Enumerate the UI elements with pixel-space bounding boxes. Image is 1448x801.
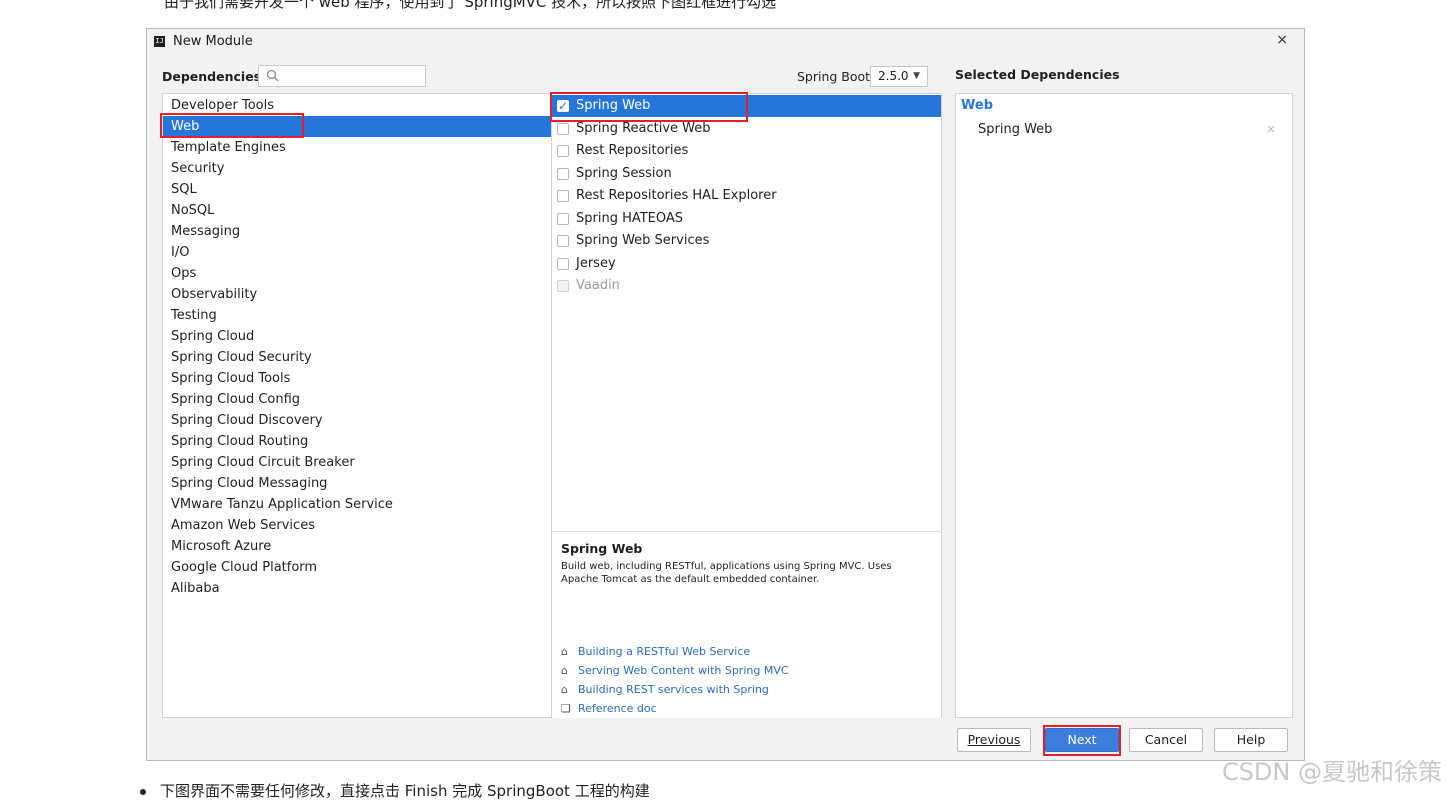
guide-link[interactable]: ⌂ Serving Web Content with Spring MVC [561,663,789,679]
dialog-titlebar: IJ New Module × [147,29,1304,55]
dependency-item[interactable]: Spring Web [552,95,941,117]
category-item[interactable]: Testing [163,305,551,326]
guide-link-label: Reference doc [578,702,657,715]
dependencies-label: Dependencies [162,69,262,84]
dependency-checkbox[interactable] [557,235,569,247]
help-button[interactable]: Help [1214,728,1288,752]
csdn-watermark: CSDN @夏驰和徐策 [1221,758,1442,786]
category-item[interactable]: Microsoft Azure [163,536,551,557]
remove-dependency-icon[interactable]: × [1266,122,1276,136]
category-item[interactable]: Amazon Web Services [163,515,551,536]
category-item[interactable]: Messaging [163,221,551,242]
dependency-label: Spring Web [576,98,651,113]
dependency-panel: Spring Web Spring Reactive Web Rest Reposi… [550,92,942,718]
book-icon: ❏ [561,702,571,715]
dependency-item: Vaadin [552,275,941,297]
dependency-checkbox [557,280,569,292]
next-button-label: Next [1067,732,1097,747]
category-item[interactable]: Spring Cloud Tools [163,368,551,389]
dependency-label: Jersey [576,255,616,271]
guide-link-label: Serving Web Content with Spring MVC [578,664,789,677]
dependency-label: Vaadin [576,278,620,293]
category-item[interactable]: Spring Cloud Security [163,347,551,368]
dependency-checkbox[interactable] [557,145,569,157]
dependency-checkbox[interactable] [557,122,569,135]
selected-group-label: Web [961,98,993,113]
article-next-step-text: 下图界面不需要任何修改，直接点击 Finish 完成 SpringBoot 工程… [160,782,650,800]
search-input[interactable] [283,68,425,86]
category-item[interactable]: Developer Tools [163,95,551,116]
guide-link-label: Building a RESTful Web Service [578,645,751,658]
next-button[interactable]: Next [1045,728,1119,752]
category-item[interactable]: Spring Cloud Discovery [163,410,551,431]
selected-dependencies-title: Selected Dependencies [955,67,1120,82]
help-button-label: Help [1236,732,1266,747]
description-title: Spring Web [561,541,643,556]
category-item[interactable]: Ops [163,263,551,284]
category-item[interactable]: Template Engines [163,137,551,158]
previous-button-label: Previous [967,732,1021,747]
dependency-checkbox[interactable] [557,167,569,180]
dependency-item[interactable]: Rest Repositories HAL Explorer [552,185,941,207]
spring-boot-version-select[interactable]: 2.5.0 ▼ [870,66,928,87]
chevron-down-icon: ▼ [913,71,920,81]
dependency-item[interactable]: Spring Web Services [552,230,941,252]
dependency-checkbox[interactable] [557,190,569,202]
dependency-item[interactable]: Rest Repositories [552,140,941,162]
dependency-label: Spring Web Services [576,233,710,248]
home-icon: ⌂ [561,664,568,677]
category-item[interactable]: I/O [163,242,551,263]
category-item[interactable]: Spring Cloud Routing [163,431,551,452]
dependency-label: Spring HATEOAS [576,210,684,226]
category-item[interactable]: Spring Cloud Messaging [163,473,551,494]
home-icon: ⌂ [561,683,568,696]
category-item[interactable]: SQL [163,179,551,200]
dependency-checkbox[interactable] [557,95,569,117]
search-icon [266,69,279,82]
new-module-dialog: IJ New Module × Dependencies Spring Boot… [146,28,1305,761]
spring-boot-version-value: 2.5.0 [878,69,909,83]
category-item[interactable]: NoSQL [163,200,551,221]
spring-boot-label: Spring Boot [797,69,871,84]
article-intro-text: 由于我们需要开发一个 web 程序，使用到了 SpringMVC 技术，所以按照… [164,0,777,11]
home-icon: ⌂ [561,645,568,658]
category-item[interactable]: Security [163,158,551,179]
cancel-button-label: Cancel [1144,732,1188,747]
dependency-description: Spring Web Build web, including RESTful,… [552,531,941,718]
dependency-item[interactable]: Spring HATEOAS [552,208,941,230]
article-next-step: 下图界面不需要任何修改，直接点击 Finish 完成 SpringBoot 工程… [140,780,650,801]
category-item[interactable]: Google Cloud Platform [163,557,551,578]
dialog-title: New Module [173,34,253,49]
category-item[interactable]: Web [163,116,551,137]
category-item[interactable]: Observability [163,284,551,305]
dependency-search-field[interactable] [258,65,426,87]
dependency-label: Rest Repositories [576,143,689,158]
description-text: Build web, including RESTful, applicatio… [561,561,892,585]
category-item[interactable]: Alibaba [163,578,551,599]
guide-link[interactable]: ⌂ Building a RESTful Web Service [561,644,750,660]
dependency-label: Spring Session [576,165,672,181]
dependency-item[interactable]: Spring Session [552,163,941,185]
guide-link-label: Building REST services with Spring [578,683,769,696]
category-list: Developer Tools Web Template Engines Securi… [160,93,552,718]
dependency-item[interactable]: Spring Reactive Web [552,118,941,140]
close-icon[interactable]: × [1276,32,1288,48]
selected-dependency-item: Spring Web [978,122,1053,137]
intellij-app-icon: IJ [154,36,165,47]
category-item[interactable]: Spring Cloud Circuit Breaker [163,452,551,473]
cancel-button[interactable]: Cancel [1129,728,1203,752]
selected-dependencies-panel: Web Spring Web × [955,93,1293,718]
guide-link[interactable]: ❏ Reference doc [561,701,657,717]
dependency-label: Spring Reactive Web [576,120,711,136]
category-item[interactable]: VMware Tanzu Application Service [163,494,551,515]
dependency-item[interactable]: Jersey [552,253,941,275]
dependency-label: Rest Repositories HAL Explorer [576,188,777,203]
category-item[interactable]: Spring Cloud [163,326,551,347]
category-item[interactable]: Spring Cloud Config [163,389,551,410]
previous-button[interactable]: Previous [957,728,1031,752]
guide-link[interactable]: ⌂ Building REST services with Spring [561,682,769,698]
dependency-checkbox[interactable] [557,257,569,270]
dependency-checkbox[interactable] [557,212,569,225]
